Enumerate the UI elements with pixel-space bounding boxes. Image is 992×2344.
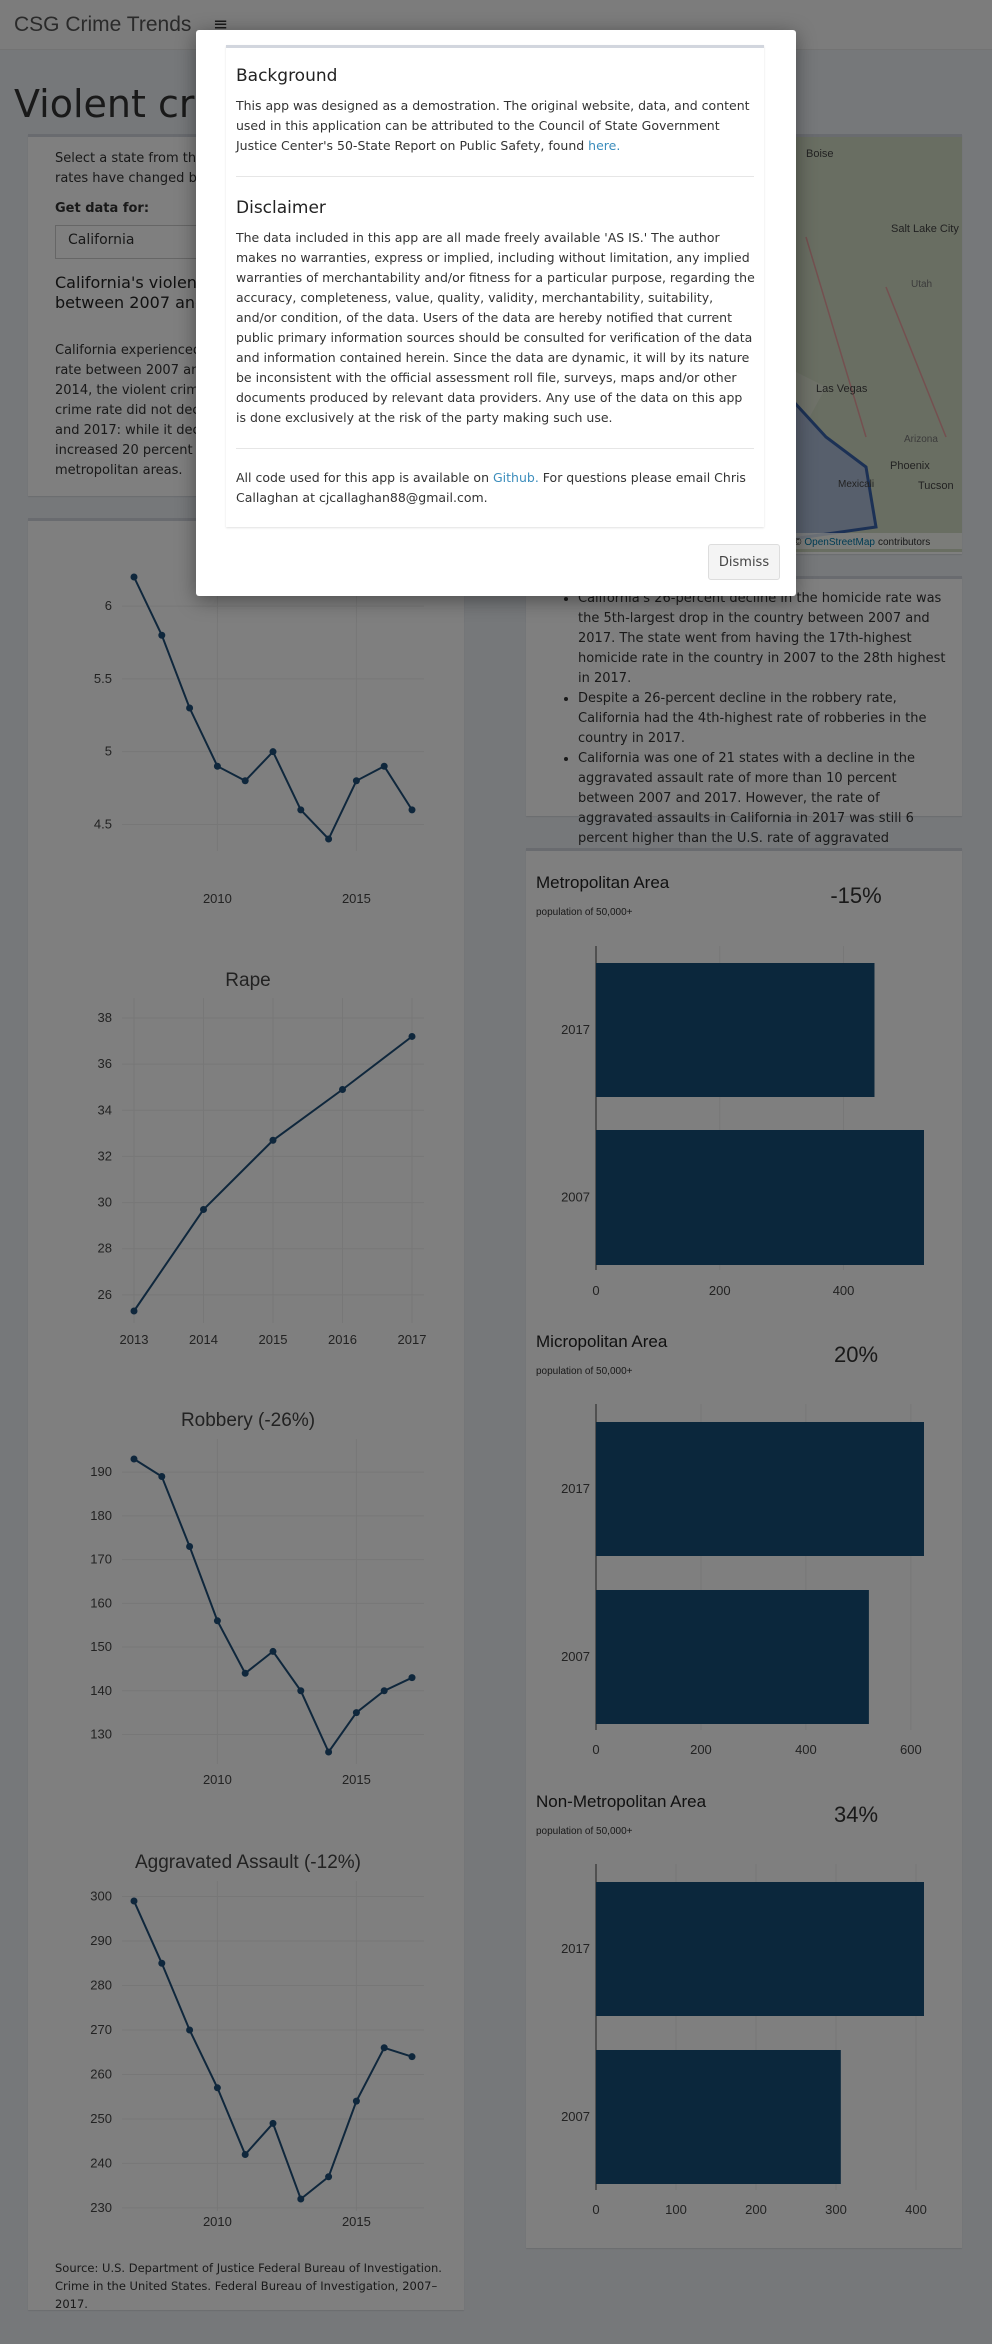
background-title: Background [236,66,338,86]
disclaimer-title: Disclaimer [236,198,326,218]
background-text: This app was designed as a demostration.… [236,96,756,156]
code-body: All code used for this app is available … [236,470,489,485]
divider [236,448,754,449]
here-link[interactable]: here. [588,138,620,153]
background-body: This app was designed as a demostration.… [236,98,750,153]
dismiss-button[interactable]: Dismiss [708,544,780,580]
code-text: All code used for this app is available … [236,468,756,508]
about-modal-body: Background This app was designed as a de… [226,45,764,527]
github-link[interactable]: Github. [493,470,539,485]
about-modal: Background This app was designed as a de… [196,30,796,596]
divider [236,176,754,177]
disclaimer-text: The data included in this app are all ma… [236,230,755,425]
